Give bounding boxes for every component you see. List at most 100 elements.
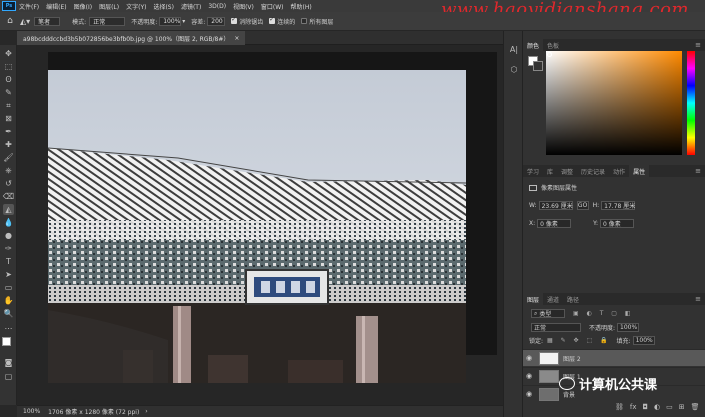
hue-slider[interactable]	[687, 51, 695, 155]
layer-style-icon[interactable]: fx	[630, 403, 637, 411]
toolbar-foreground-swatch[interactable]	[2, 337, 11, 346]
eye-icon[interactable]: ◉	[523, 390, 535, 398]
character-panel-icon[interactable]: A|	[508, 43, 520, 55]
tab-swatches[interactable]: 色板	[543, 39, 563, 51]
layers-bottom-toolbar: ⛓ fx ◘ ◐ ▭ ⊞ 🗑	[615, 403, 700, 411]
menu-item[interactable]: 滤镜(T)	[181, 2, 201, 11]
layer-row[interactable]: ◉ 图层 2	[523, 349, 705, 366]
tab-properties[interactable]: 属性	[629, 165, 650, 177]
trash-icon[interactable]: 🗑	[691, 403, 700, 411]
panel-menu-icon[interactable]: ≡	[695, 41, 701, 49]
fill-field[interactable]: 100%	[632, 336, 655, 345]
opacity-input[interactable]: 100%	[159, 16, 182, 26]
fill-source-select[interactable]: 笔者	[34, 16, 61, 26]
eyedropper-tool-icon[interactable]: ✒	[3, 126, 14, 137]
tab-adjustments[interactable]: 调整	[557, 165, 577, 177]
blend-mode-select[interactable]: 正常	[531, 323, 581, 332]
quick-mask-icon[interactable]: ◙	[3, 357, 14, 368]
tab-learn[interactable]: 学习	[523, 165, 543, 177]
lasso-tool-icon[interactable]: ʘ	[3, 74, 14, 85]
path-select-tool-icon[interactable]: ➤	[3, 269, 14, 280]
tab-color[interactable]: 颜色	[523, 39, 544, 51]
healing-brush-tool-icon[interactable]: ✚	[3, 139, 14, 150]
eraser-tool-icon[interactable]: ⌫	[3, 191, 14, 202]
tab-history[interactable]: 历史记录	[577, 165, 609, 177]
new-layer-icon[interactable]: ⊞	[679, 403, 685, 411]
layer-filter-icons[interactable]: ▣ ◐ T ▢ ◧	[573, 310, 634, 317]
background-color-swatch[interactable]	[533, 61, 543, 71]
menu-item[interactable]: 图层(L)	[99, 2, 119, 11]
screen-mode-icon[interactable]: ▢	[3, 371, 14, 382]
frame-tool-icon[interactable]: ⊠	[3, 113, 14, 124]
y-field[interactable]: 0 像素	[600, 219, 635, 228]
link-layers-icon[interactable]: ⛓	[615, 403, 624, 411]
layer-filter-select[interactable]: ⌕ 类型	[531, 309, 565, 318]
collapsed-panel-strip: A| ⬡	[503, 31, 523, 417]
crop-tool-icon[interactable]: ⌗	[3, 100, 14, 111]
link-dimensions-toggle[interactable]: GO	[576, 201, 589, 210]
home-icon[interactable]: ⌂	[4, 15, 16, 28]
document-image[interactable]	[48, 70, 466, 383]
tab-paths[interactable]: 路径	[563, 293, 583, 305]
blur-tool-icon[interactable]: 💧	[3, 217, 14, 228]
history-brush-tool-icon[interactable]: ↺	[3, 178, 14, 189]
antialias-checkbox[interactable]: 消除锯齿	[231, 15, 263, 28]
edit-toolbar-icon[interactable]: …	[3, 321, 14, 332]
height-field[interactable]: 17.78 厘米	[601, 201, 635, 210]
add-mask-icon[interactable]: ◘	[643, 403, 649, 411]
checkbox-unchecked-icon	[301, 18, 308, 24]
shape-tool-icon[interactable]: ▭	[3, 282, 14, 293]
tab-actions[interactable]: 动作	[609, 165, 629, 177]
clone-stamp-tool-icon[interactable]: ⎈	[3, 165, 14, 176]
close-icon[interactable]: ×	[234, 35, 239, 42]
eye-icon[interactable]: ◉	[523, 372, 535, 380]
3d-cube-icon[interactable]: ⬡	[508, 63, 520, 75]
paint-bucket-tool-icon[interactable]: ◭	[3, 204, 14, 215]
dodge-tool-icon[interactable]: ●	[3, 230, 14, 241]
lock-icons[interactable]: ▦ ✎ ✥ ⬚ 🔒	[547, 337, 611, 344]
x-field[interactable]: 0 像素	[537, 219, 572, 228]
photoshop-logo: Ps	[2, 1, 16, 11]
brush-tool-icon[interactable]: 🖌	[3, 152, 14, 163]
all-layers-checkbox[interactable]: 所有图层	[301, 15, 333, 28]
tab-channels[interactable]: 通道	[543, 293, 563, 305]
mode-select[interactable]: 正常	[89, 16, 126, 26]
tab-layers[interactable]: 图层	[523, 293, 544, 305]
paint-bucket-tool-preset-icon[interactable]: ◭▾	[20, 15, 30, 28]
tolerance-input[interactable]: 200	[207, 16, 226, 26]
eye-icon[interactable]: ◉	[523, 354, 535, 362]
menu-item[interactable]: 图像(I)	[74, 2, 92, 11]
menu-item[interactable]: 窗口(W)	[261, 2, 284, 11]
layer-opacity-field[interactable]: 100%	[617, 323, 640, 332]
zoom-tool-icon[interactable]: 🔍	[3, 308, 14, 319]
menu-item[interactable]: 帮助(H)	[291, 2, 312, 11]
panel-menu-icon[interactable]: ≡	[695, 295, 701, 303]
marquee-tool-icon[interactable]: ⬚	[3, 61, 14, 72]
wechat-icon	[559, 377, 575, 390]
color-panel-tabs: 颜色 色板 ≡	[523, 39, 705, 51]
tab-libraries[interactable]: 库	[543, 165, 557, 177]
quick-select-tool-icon[interactable]: ✎	[3, 87, 14, 98]
zoom-readout[interactable]: 100%	[23, 408, 40, 415]
layer-thumbnail	[539, 351, 559, 365]
position-row: X: 0 像素 Y: 0 像素	[529, 219, 636, 228]
panel-menu-icon[interactable]: ≡	[695, 167, 701, 175]
menu-item[interactable]: 选择(S)	[153, 2, 174, 11]
adjustment-layer-icon[interactable]: ◐	[654, 403, 660, 411]
document-tab[interactable]: a98bcdddccbd3b5b072856be3bfb0b.jpg @ 100…	[17, 31, 246, 45]
move-tool-icon[interactable]: ✥	[3, 48, 14, 59]
contiguous-checkbox[interactable]: 连续的	[269, 15, 295, 28]
hand-tool-icon[interactable]: ✋	[3, 295, 14, 306]
color-spectrum-field[interactable]	[546, 51, 682, 155]
new-group-icon[interactable]: ▭	[666, 403, 673, 411]
chevron-right-icon[interactable]: ›	[145, 408, 147, 415]
menu-item[interactable]: 编辑(E)	[46, 2, 66, 11]
color-picker-marker[interactable]	[547, 52, 552, 57]
menu-item[interactable]: 文件(F)	[19, 2, 39, 11]
width-field[interactable]: 23.69 厘米	[538, 201, 573, 210]
menu-item[interactable]: 视图(V)	[233, 2, 254, 11]
menu-item[interactable]: 文字(Y)	[126, 2, 146, 11]
menu-item[interactable]: 3D(D)	[208, 3, 226, 10]
pen-tool-icon[interactable]: ✑	[3, 243, 14, 254]
type-tool-icon[interactable]: T	[3, 256, 14, 267]
